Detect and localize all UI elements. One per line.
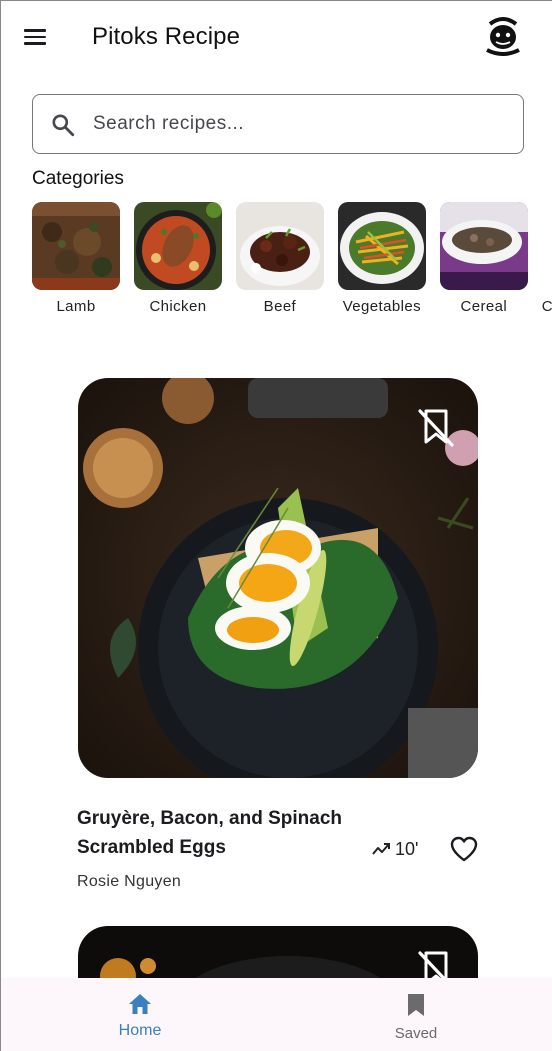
- bookmark-toggle-button[interactable]: [414, 405, 458, 449]
- category-image: [32, 202, 120, 290]
- menu-icon: [24, 29, 46, 32]
- nav-label: Saved: [394, 1025, 438, 1042]
- search-box[interactable]: [32, 94, 524, 154]
- nav-saved[interactable]: Saved: [356, 978, 476, 1051]
- category-image: [133, 202, 222, 290]
- category-label: Chicken: [149, 298, 207, 315]
- recipe-author: Rosie Nguyen: [77, 873, 182, 890]
- category-image: [337, 202, 426, 290]
- app-bar: Pitoks Recipe: [1, 1, 552, 75]
- category-beef[interactable]: Beef: [235, 202, 324, 315]
- recipe-title[interactable]: Gruyère, Bacon, and Spinach Scrambled Eg…: [77, 804, 367, 862]
- category-image: [439, 202, 528, 290]
- category-label: Lamb: [56, 298, 96, 315]
- category-cereal[interactable]: Cereal: [439, 202, 528, 315]
- home-icon: [129, 994, 151, 1014]
- menu-button[interactable]: [23, 25, 51, 49]
- category-lamb[interactable]: Lamb: [32, 202, 120, 315]
- category-chicken[interactable]: Chicken: [133, 202, 222, 315]
- category-label: Cereal: [460, 298, 508, 315]
- category-label: Vegetables: [342, 298, 421, 315]
- trending-icon: [372, 843, 390, 855]
- bookmark-off-icon: [418, 409, 454, 447]
- search-icon: [52, 114, 75, 137]
- recipe-time: 10': [395, 839, 419, 859]
- bookmark-icon: [408, 994, 424, 1016]
- nav-home[interactable]: Home: [80, 978, 200, 1051]
- search-input[interactable]: [91, 95, 511, 153]
- category-label: C: [541, 298, 552, 315]
- favorite-button[interactable]: [449, 835, 479, 863]
- category-image: [541, 202, 552, 290]
- categories-list[interactable]: Lamb Chicken Beef Vegetables Cereal C: [32, 202, 552, 322]
- category-image: [235, 202, 324, 290]
- categories-heading: Categories: [32, 168, 124, 189]
- category-partial[interactable]: C: [541, 202, 552, 315]
- app-logo[interactable]: [484, 16, 522, 56]
- category-label: Beef: [263, 298, 297, 315]
- nav-label: Home: [118, 1022, 162, 1039]
- app-title: Pitoks Recipe: [92, 23, 241, 50]
- category-vegetables[interactable]: Vegetables: [337, 202, 426, 315]
- bottom-navigation: Home Saved: [1, 978, 552, 1051]
- heart-icon: [450, 836, 478, 862]
